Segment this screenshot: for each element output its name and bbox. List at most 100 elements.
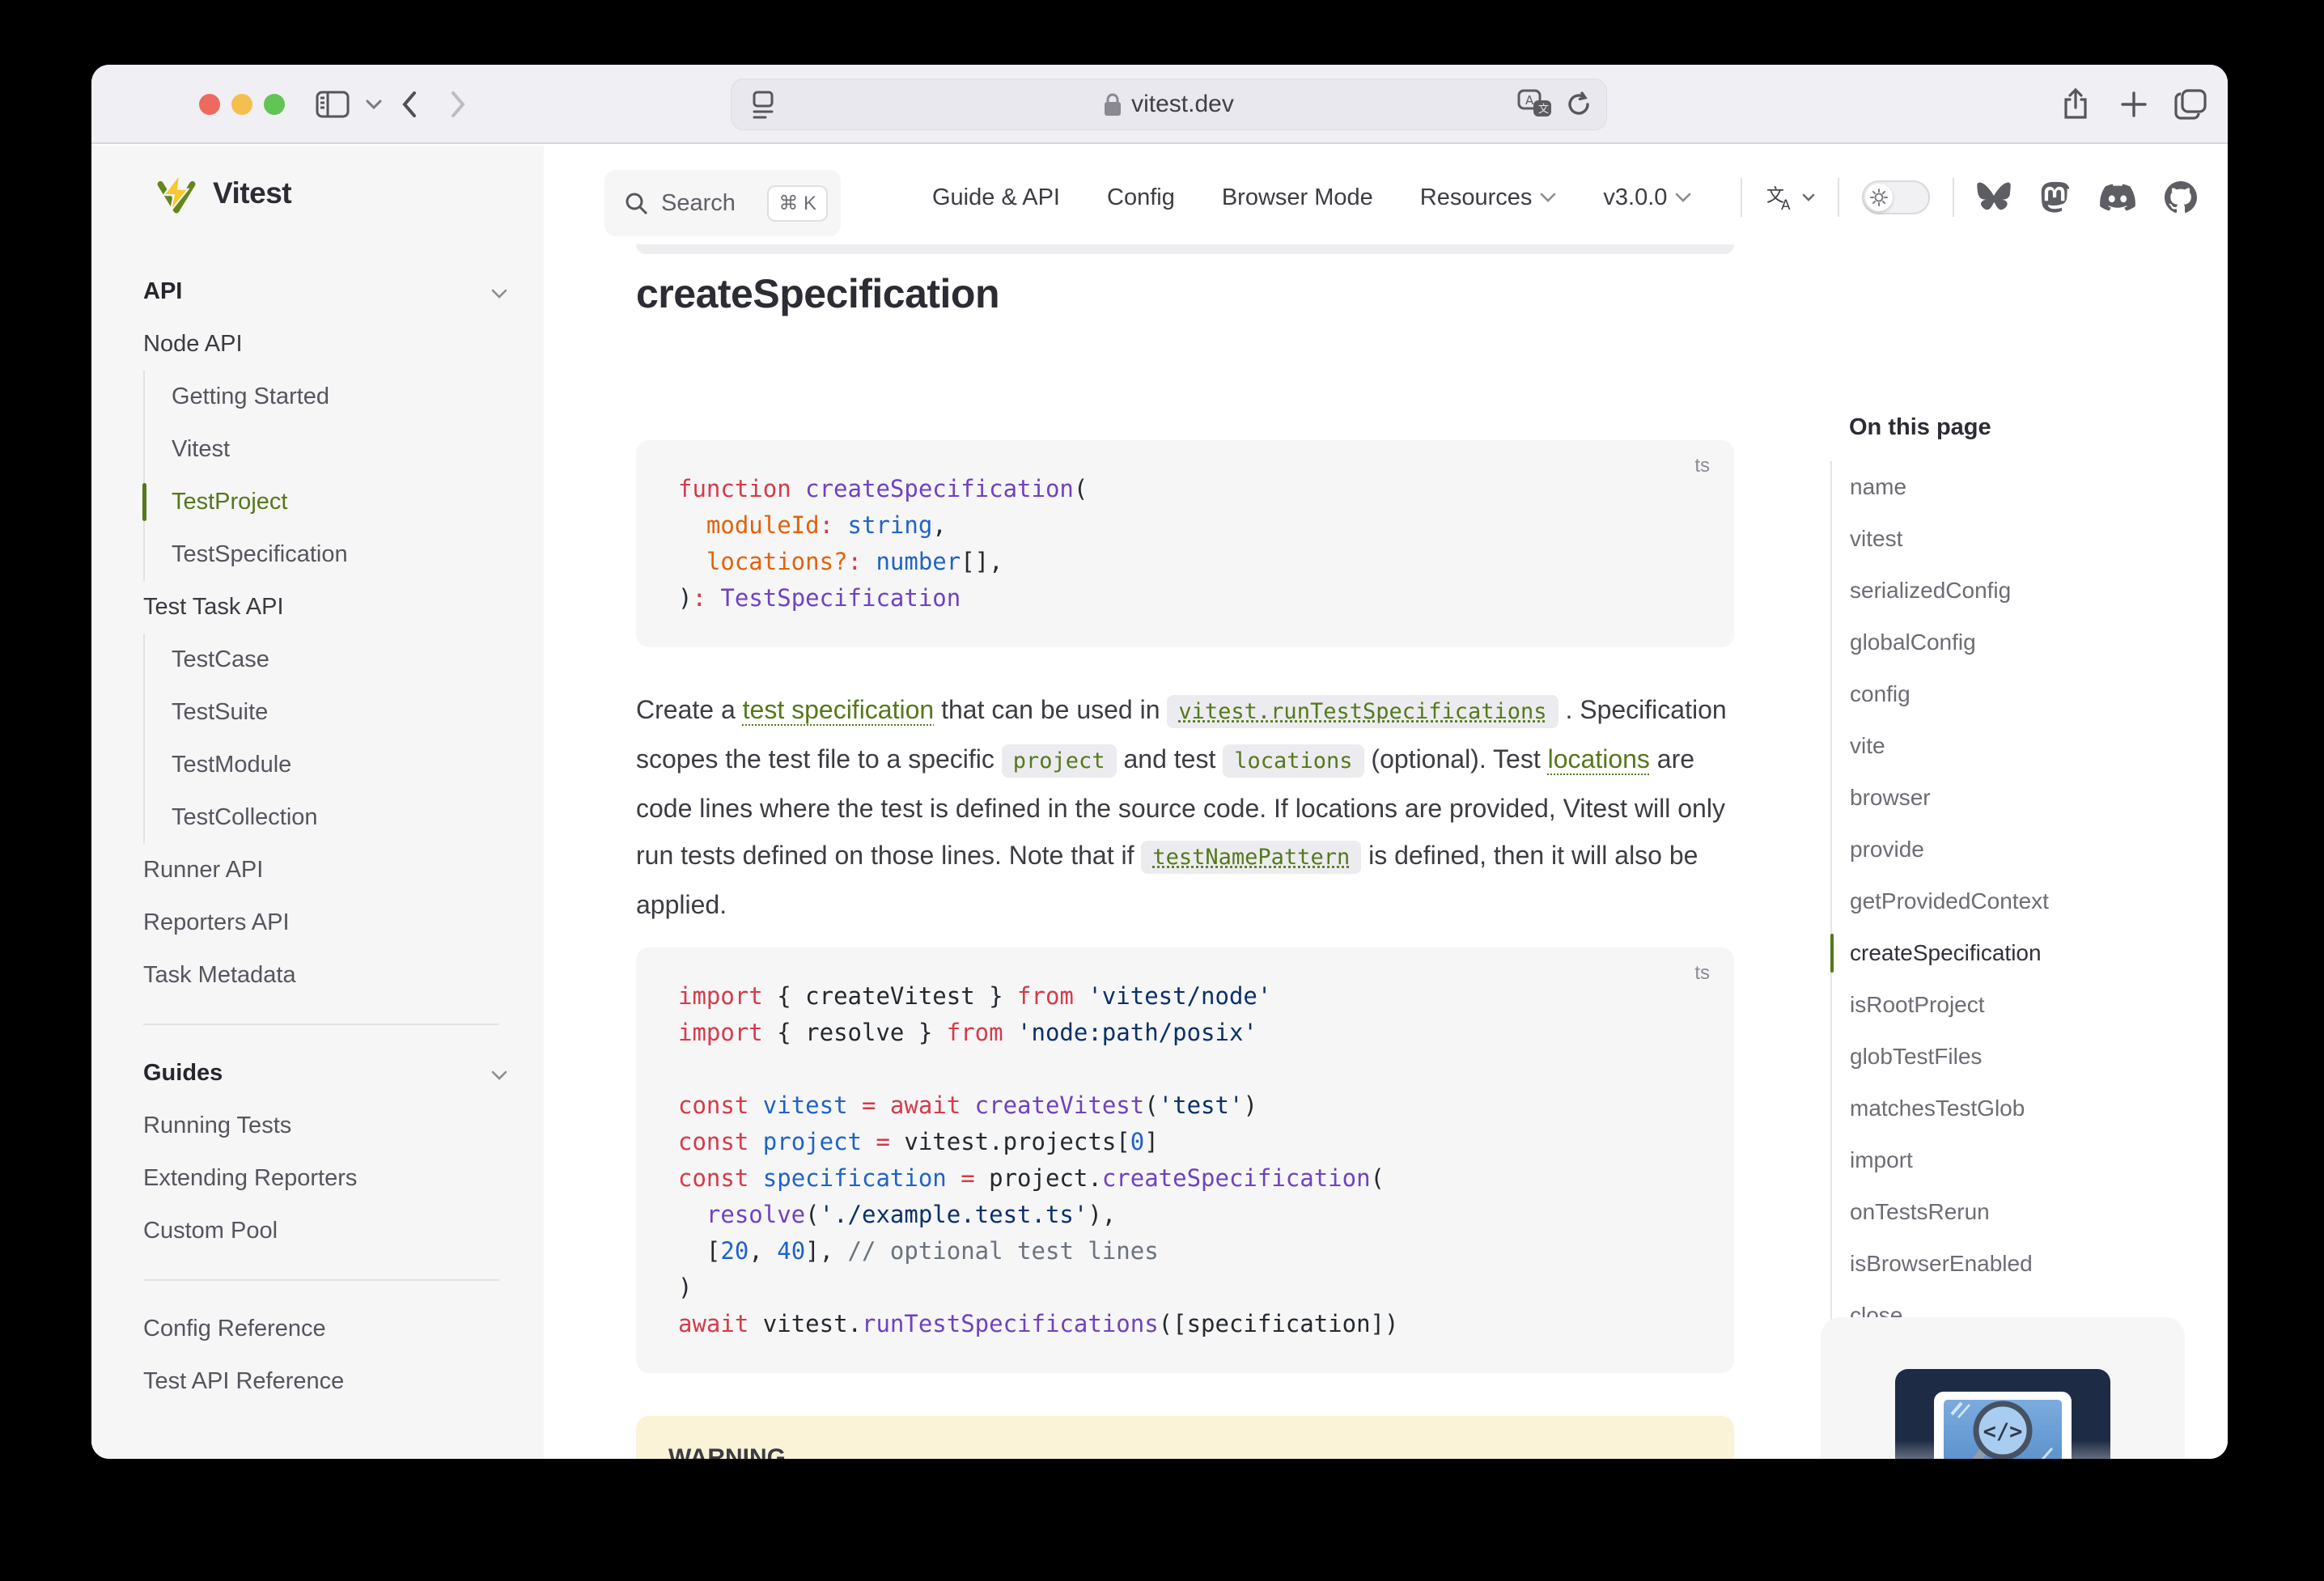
sidebar-item-custom-pool[interactable]: Custom Pool <box>143 1205 499 1257</box>
sidebar-divider <box>143 1279 499 1281</box>
text: that can be used in <box>934 695 1167 724</box>
toc-item-globtestfiles[interactable]: globTestFiles <box>1832 1031 2170 1083</box>
search-icon <box>624 191 648 215</box>
toc-list: namevitestserializedConfigglobalConfigco… <box>1830 461 2170 1342</box>
toc-item-vite[interactable]: vite <box>1832 720 2170 772</box>
docs-sidebar: Vitest APINode APIGetting StartedVitestT… <box>91 146 544 1459</box>
tabs-overview-icon[interactable] <box>2165 65 2216 144</box>
back-button[interactable] <box>389 65 430 144</box>
toc-item-provide[interactable]: provide <box>1832 824 2170 875</box>
code-language-badge: ts <box>1694 455 1710 477</box>
sidebar-item-label: Extending Reporters <box>143 1165 357 1192</box>
language-switcher[interactable]: 文 A <box>1765 184 1815 211</box>
sidebar-item-running-tests[interactable]: Running Tests <box>143 1100 499 1152</box>
new-tab-icon[interactable] <box>2108 65 2160 144</box>
toc-item-globalconfig[interactable]: globalConfig <box>1832 617 2170 668</box>
code-line: await vitest.runTestSpecifications([spec… <box>678 1306 1734 1342</box>
sidebar-item-testsuite[interactable]: TestSuite <box>143 686 499 739</box>
vitest-logo[interactable]: Vitest <box>156 173 291 214</box>
sidebar-nav: APINode APIGetting StartedVitestTestProj… <box>143 265 499 1408</box>
vitest-logo-icon <box>156 173 197 214</box>
sidebar-item-label: TestCase <box>172 646 269 673</box>
sidebar-item-getting-started[interactable]: Getting Started <box>143 371 499 423</box>
minimize-window-button[interactable] <box>231 94 252 115</box>
sidebar-item-task-metadata[interactable]: Task Metadata <box>143 949 499 1002</box>
translate-icon[interactable]: A 文 <box>1517 89 1553 120</box>
language-icon: 文 A <box>1765 184 1796 211</box>
code-line <box>678 1051 1734 1087</box>
toc-item-import[interactable]: import <box>1832 1134 2170 1186</box>
nav-link-config[interactable]: Config <box>1107 184 1175 211</box>
sidebar-item-testmodule[interactable]: TestModule <box>143 739 499 791</box>
toc-item-config[interactable]: config <box>1832 668 2170 720</box>
reload-icon[interactable] <box>1566 91 1592 118</box>
inline-code: project <box>1002 744 1117 778</box>
sun-icon <box>1870 189 1888 206</box>
toc-item-matchestestglob[interactable]: matchesTestGlob <box>1832 1083 2170 1134</box>
example-code-block[interactable]: ts import { createVitest } from 'vitest/… <box>636 947 1734 1373</box>
nav-link-browser-mode[interactable]: Browser Mode <box>1222 184 1373 211</box>
search-placeholder: Search <box>661 190 754 217</box>
chevron-down-icon[interactable] <box>360 65 388 144</box>
sidebar-item-config-reference[interactable]: Config Reference <box>143 1303 499 1355</box>
sidebar-item-node-api[interactable]: Node API <box>143 318 499 371</box>
toc-item-isbrowserenabled[interactable]: isBrowserEnabled <box>1832 1238 2170 1290</box>
code-line: locations?: number[], <box>678 544 1734 580</box>
text: and test <box>1117 744 1223 774</box>
traffic-lights[interactable] <box>199 94 285 115</box>
sidebar-item-api[interactable]: API <box>143 265 499 318</box>
signature-code-block[interactable]: ts function createSpecification( moduleI… <box>636 440 1734 647</box>
sidebar-item-test-task-api[interactable]: Test Task API <box>143 581 499 634</box>
nav-link-resources[interactable]: Resources <box>1420 184 1557 211</box>
sidebar-item-testcase[interactable]: TestCase <box>143 634 499 686</box>
discord-icon[interactable] <box>2100 184 2135 211</box>
share-icon[interactable] <box>2050 65 2101 144</box>
toc-item-vitest[interactable]: vitest <box>1832 513 2170 565</box>
address-bar[interactable]: vitest.dev A 文 <box>731 78 1607 130</box>
forward-button[interactable] <box>438 65 478 144</box>
sidebar-item-vitest[interactable]: Vitest <box>143 423 499 476</box>
sponsor-card[interactable]: </> <box>1821 1317 2185 1459</box>
sidebar-item-runner-api[interactable]: Runner API <box>143 844 499 896</box>
nav-link-guide-api[interactable]: Guide & API <box>932 184 1060 211</box>
text: Create a <box>636 695 743 724</box>
browser-window: vitest.dev A 文 <box>91 65 2228 1459</box>
sidebar-item-reporters-api[interactable]: Reporters API <box>143 896 499 949</box>
toc-item-serializedconfig[interactable]: serializedConfig <box>1832 565 2170 617</box>
toc-item-ontestsrerun[interactable]: onTestsRerun <box>1832 1186 2170 1238</box>
url-text[interactable]: vitest.dev <box>1131 91 1234 118</box>
sidebar-item-label: TestCollection <box>172 804 318 831</box>
bluesky-icon[interactable] <box>1977 182 2011 213</box>
sidebar-item-testcollection[interactable]: TestCollection <box>143 791 499 844</box>
github-icon[interactable] <box>2165 181 2197 214</box>
inline-link[interactable]: vitest.runTestSpecifications <box>1167 695 1558 728</box>
warning-title: WARNING <box>668 1442 1702 1459</box>
inline-link[interactable]: locations <box>1548 744 1650 774</box>
text: (optional). Test <box>1364 744 1548 774</box>
close-window-button[interactable] <box>199 94 220 115</box>
theme-toggle[interactable] <box>1862 180 1930 214</box>
code-line: const specification = project.createSpec… <box>678 1160 1734 1197</box>
toc-item-getprovidedcontext[interactable]: getProvidedContext <box>1832 875 2170 927</box>
sidebar-item-test-api-reference[interactable]: Test API Reference <box>143 1355 499 1408</box>
zoom-window-button[interactable] <box>264 94 285 115</box>
sidebar-toggle-icon[interactable] <box>308 65 357 144</box>
nav-link-v3-0-0[interactable]: v3.0.0 <box>1603 184 1691 211</box>
toc-item-browser[interactable]: browser <box>1832 772 2170 824</box>
inline-link[interactable]: test specification <box>743 695 935 724</box>
nav-link-label: Resources <box>1420 184 1533 211</box>
sidebar-item-extending-reporters[interactable]: Extending Reporters <box>143 1152 499 1205</box>
search-input[interactable]: Search ⌘ K <box>604 170 841 236</box>
sidebar-item-testspecification[interactable]: TestSpecification <box>143 528 499 581</box>
inline-link[interactable]: testNamePattern <box>1141 841 1361 874</box>
divider <box>1953 178 1954 217</box>
sidebar-item-guides[interactable]: Guides <box>143 1047 499 1100</box>
svg-text:A: A <box>1781 197 1791 211</box>
toc-item-createspecification[interactable]: createSpecification <box>1832 927 2170 979</box>
svg-text:A: A <box>1525 93 1534 108</box>
sidebar-item-testproject[interactable]: TestProject <box>143 476 499 528</box>
search-shortcut: ⌘ K <box>767 185 828 222</box>
mastodon-icon[interactable] <box>2040 181 2071 214</box>
toc-item-name[interactable]: name <box>1832 461 2170 513</box>
toc-item-isrootproject[interactable]: isRootProject <box>1832 979 2170 1031</box>
